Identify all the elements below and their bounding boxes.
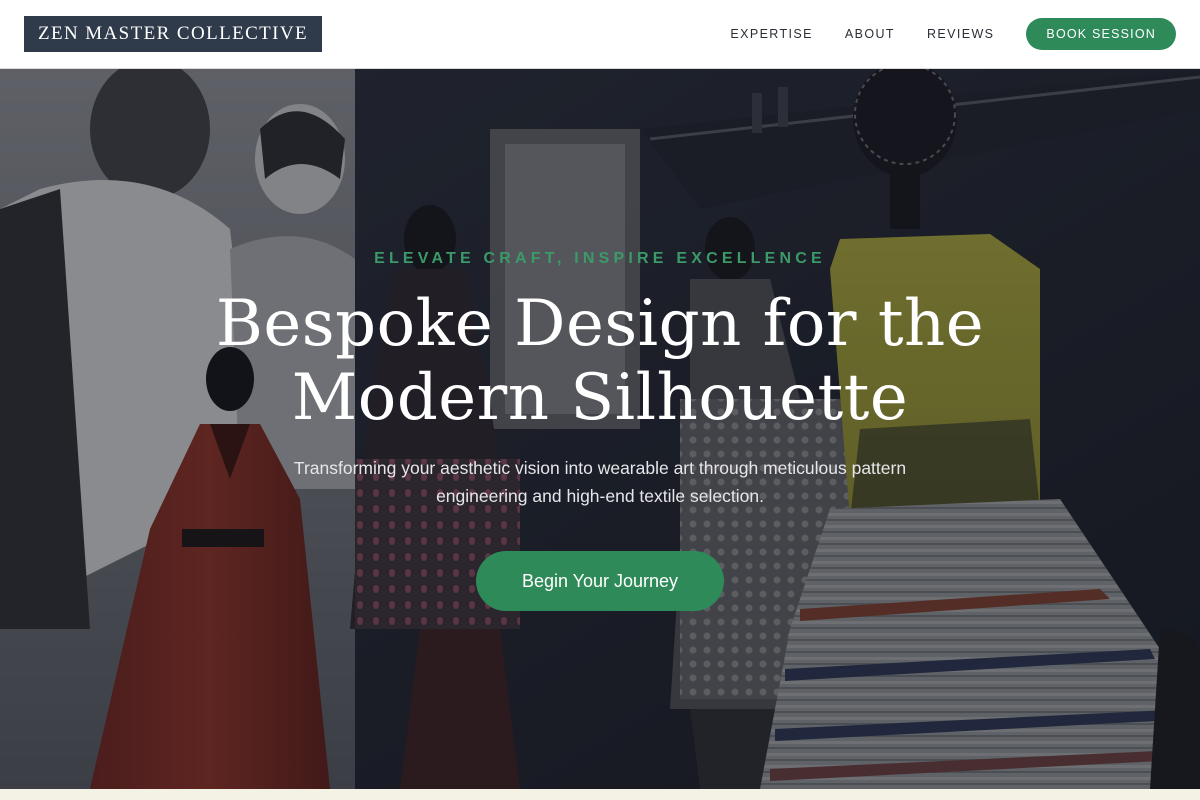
nav-link-expertise[interactable]: EXPERTISE [730, 27, 813, 41]
next-section-edge [0, 789, 1200, 800]
brand-logo[interactable]: ZEN MASTER COLLECTIVE [24, 16, 322, 52]
hero-section: ELEVATE CRAFT, INSPIRE EXCELLENCE Bespok… [0, 69, 1200, 789]
begin-journey-button[interactable]: Begin Your Journey [476, 551, 724, 611]
nav-link-reviews[interactable]: REVIEWS [927, 27, 994, 41]
site-header: ZEN MASTER COLLECTIVE EXPERTISE ABOUT RE… [0, 0, 1200, 69]
main-nav: EXPERTISE ABOUT REVIEWS BOOK SESSION [730, 18, 1176, 50]
hero-content: ELEVATE CRAFT, INSPIRE EXCELLENCE Bespok… [0, 69, 1200, 789]
book-session-button[interactable]: BOOK SESSION [1026, 18, 1176, 50]
hero-headline: Bespoke Design for the Modern Silhouette [215, 287, 985, 435]
nav-link-about[interactable]: ABOUT [845, 27, 895, 41]
hero-subtext: Transforming your aesthetic vision into … [293, 458, 907, 506]
hero-eyebrow: ELEVATE CRAFT, INSPIRE EXCELLENCE [374, 250, 826, 267]
